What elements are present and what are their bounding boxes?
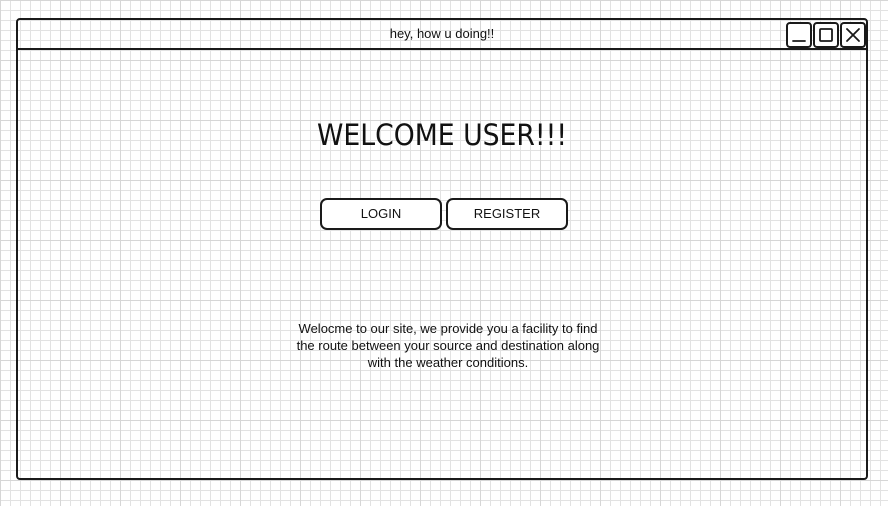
welcome-description: Welocme to our site, we provide you a fa… bbox=[296, 321, 600, 370]
page-title: WELCOME USER!!! bbox=[316, 118, 568, 152]
maximize-icon bbox=[819, 28, 833, 42]
register-button[interactable]: REGISTER bbox=[446, 198, 568, 230]
close-button[interactable] bbox=[840, 22, 866, 48]
maximize-button[interactable] bbox=[813, 22, 839, 48]
close-icon bbox=[846, 28, 860, 42]
minimize-icon bbox=[792, 40, 806, 42]
window-title: hey, how u doing!! bbox=[389, 26, 495, 41]
app-window: hey, how u doing!! WELCOME USER!!! LOGIN… bbox=[16, 18, 868, 480]
minimize-button[interactable] bbox=[786, 22, 812, 48]
login-button[interactable]: LOGIN bbox=[320, 198, 442, 230]
title-bar: hey, how u doing!! bbox=[18, 20, 866, 50]
